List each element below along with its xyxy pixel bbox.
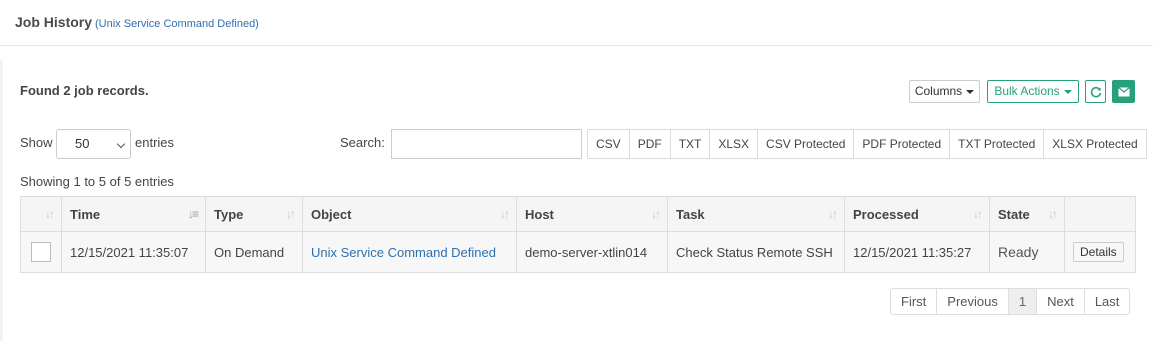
column-header-host[interactable]: Host ↓↑ xyxy=(516,196,668,232)
host-cell: demo-server-xtlin014 xyxy=(516,231,668,273)
export-csv-button[interactable]: CSV xyxy=(587,129,630,159)
processed-cell: 12/15/2021 11:35:27 xyxy=(844,231,990,273)
chevron-down-icon xyxy=(116,139,126,149)
entries-label: entries xyxy=(135,135,175,150)
export-xlsx-button[interactable]: XLSX xyxy=(710,129,759,159)
export-txt-button[interactable]: TXT xyxy=(670,129,711,159)
state-cell: Ready xyxy=(989,231,1065,273)
column-header-actions xyxy=(1064,196,1136,232)
show-label: Show xyxy=(20,135,53,150)
search-input[interactable] xyxy=(391,129,582,159)
pagination: First Previous 1 Next Last xyxy=(890,288,1131,315)
columns-button[interactable]: Columns xyxy=(909,80,980,103)
page-1-button[interactable]: 1 xyxy=(1008,288,1038,315)
type-cell: On Demand xyxy=(205,231,303,273)
entries-per-page-select[interactable]: 50 xyxy=(56,129,131,159)
envelope-icon xyxy=(1117,87,1130,97)
page-title: Job History (Unix Service Command Defined… xyxy=(15,14,259,30)
sort-icon: ↓↑ xyxy=(286,207,296,221)
export-xlsx-protected-button[interactable]: XLSX Protected xyxy=(1044,129,1147,159)
sort-icon: ↓↑ xyxy=(828,207,838,221)
page-subtitle: (Unix Service Command Defined) xyxy=(95,18,259,30)
column-header-processed[interactable]: Processed ↓↑ xyxy=(844,196,990,232)
refresh-button[interactable] xyxy=(1085,80,1106,103)
column-header-object[interactable]: Object ↓↑ xyxy=(302,196,517,232)
sort-desc-icon: ↓≡ xyxy=(187,207,199,221)
caret-down-icon xyxy=(966,89,975,94)
column-header-task[interactable]: Task ↓↑ xyxy=(667,196,845,232)
state-value: Ready xyxy=(998,244,1039,260)
page-header: Job History (Unix Service Command Defined… xyxy=(0,0,1153,46)
sort-icon: ↓↑ xyxy=(45,207,55,221)
export-buttons: CSV PDF TXT XLSX CSV Protected PDF Prote… xyxy=(587,129,1147,159)
export-csv-protected-button[interactable]: CSV Protected xyxy=(758,129,855,159)
sort-icon: ↓↑ xyxy=(973,207,983,221)
search-label: Search: xyxy=(340,135,385,150)
page-next-button[interactable]: Next xyxy=(1037,288,1085,315)
page-first-button[interactable]: First xyxy=(890,288,938,315)
column-header-state[interactable]: State ↓↑ xyxy=(989,196,1065,232)
row-checkbox[interactable] xyxy=(31,242,51,262)
email-button[interactable] xyxy=(1112,80,1135,103)
table-row: 12/15/2021 11:35:07 On Demand Unix Servi… xyxy=(20,231,1136,273)
sort-icon: ↓↑ xyxy=(651,207,661,221)
sort-icon: ↓↑ xyxy=(500,207,510,221)
caret-down-icon xyxy=(1063,89,1072,94)
table-info: Showing 1 to 5 of 5 entries xyxy=(20,174,174,189)
panel-edge xyxy=(0,60,3,341)
column-header-time[interactable]: Time ↓≡ xyxy=(61,196,206,232)
export-pdf-button[interactable]: PDF xyxy=(629,129,671,159)
table-header-row: ↓↑ Time ↓≡ Type ↓↑ Object ↓↑ Host ↓↑ Task ↓↑ … xyxy=(20,196,1136,232)
column-header-select[interactable]: ↓↑ xyxy=(20,196,62,232)
job-history-table: ↓↑ Time ↓≡ Type ↓↑ Object ↓↑ Host ↓↑ Task ↓↑ … xyxy=(20,196,1136,273)
page-previous-button[interactable]: Previous xyxy=(937,288,1009,315)
column-header-type[interactable]: Type ↓↑ xyxy=(205,196,303,232)
time-cell: 12/15/2021 11:35:07 xyxy=(61,231,206,273)
object-link[interactable]: Unix Service Command Defined xyxy=(311,245,496,260)
details-button[interactable]: Details xyxy=(1073,242,1124,262)
task-cell: Check Status Remote SSH xyxy=(667,231,845,273)
page-last-button[interactable]: Last xyxy=(1084,288,1131,315)
export-txt-protected-button[interactable]: TXT Protected xyxy=(950,129,1045,159)
export-pdf-protected-button[interactable]: PDF Protected xyxy=(854,129,951,159)
action-cell: Details xyxy=(1064,231,1136,273)
found-records-text: Found 2 job records. xyxy=(20,83,149,98)
sort-icon: ↓↑ xyxy=(1048,207,1058,221)
bulk-actions-button[interactable]: Bulk Actions xyxy=(987,80,1079,103)
row-select-cell xyxy=(20,231,62,273)
object-cell: Unix Service Command Defined xyxy=(302,231,517,273)
refresh-icon xyxy=(1090,86,1101,98)
